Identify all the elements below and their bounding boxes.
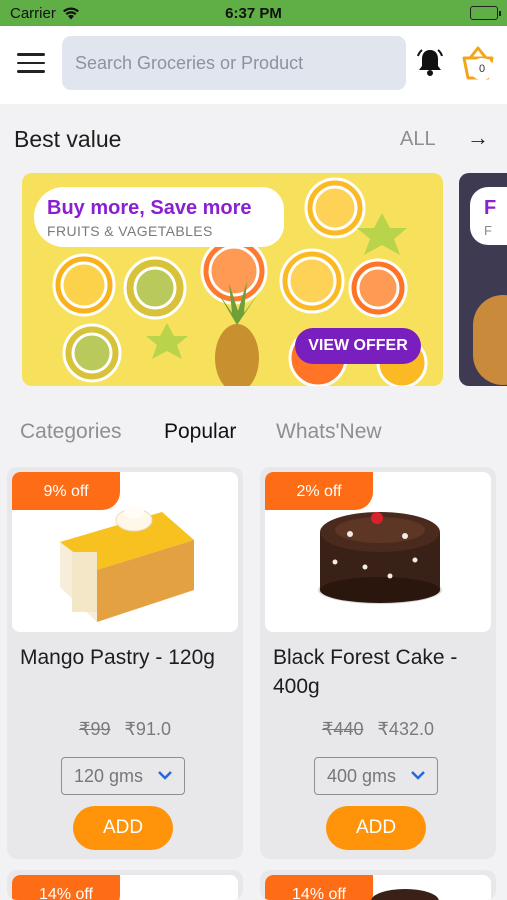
arrow-right-icon[interactable]: →	[467, 125, 489, 151]
offer-banner-fruits[interactable]: Buy more, Save more FRUITS & VAGETABLES …	[22, 173, 443, 386]
battery-icon	[470, 6, 501, 20]
view-all-link[interactable]: ALL	[400, 128, 436, 151]
offer-subtitle: F	[484, 223, 492, 238]
add-to-cart-button[interactable]: ADD	[326, 806, 426, 850]
offer-label-card: F F	[470, 187, 507, 245]
status-time: 6:37 PM	[225, 5, 282, 22]
notification-bell-icon[interactable]	[414, 46, 446, 78]
price-row: ₹440 ₹432.0	[260, 719, 496, 740]
offer-banner-bakery[interactable]: F F	[459, 173, 507, 386]
add-to-cart-button[interactable]: ADD	[73, 806, 173, 850]
product-card[interactable]: 9% off Mango Pastry - 120g ₹99 ₹91.0 120 …	[7, 467, 243, 859]
offer-title: F	[484, 197, 497, 219]
sale-price: ₹91.0	[124, 719, 171, 739]
product-name: Mango Pastry - 120g	[20, 646, 215, 669]
hamburger-menu-button[interactable]	[17, 53, 45, 73]
product-card[interactable]: 2% off Black Forest Cake - 400g ₹440 ₹432…	[260, 467, 496, 859]
cake-image-partial	[371, 889, 439, 900]
weight-value: 120 gms	[74, 766, 144, 786]
product-card[interactable]: 14% off	[7, 870, 243, 900]
discount-badge: 2% off	[265, 472, 373, 510]
chevron-down-icon	[411, 771, 425, 780]
status-bar: Carrier 6:37 PM	[0, 0, 507, 26]
menu-bar-line	[17, 53, 45, 56]
tab-categories[interactable]: Categories	[20, 420, 122, 444]
search-input[interactable]	[62, 36, 406, 90]
discount-badge: 9% off	[12, 472, 120, 510]
app-header: 0	[0, 26, 507, 104]
view-offer-button[interactable]: VIEW OFFER	[295, 328, 421, 364]
tab-whats-new[interactable]: Whats'New	[276, 420, 382, 444]
product-image-frame: 14% off	[265, 875, 491, 900]
weight-value: 400 gms	[327, 766, 397, 786]
original-price: ₹440	[322, 719, 364, 739]
menu-bar-line	[17, 70, 45, 73]
product-tabs: Categories Popular Whats'New	[0, 420, 507, 450]
bread-image	[473, 295, 507, 385]
product-image-frame: 9% off	[12, 472, 238, 632]
offer-label-card: Buy more, Save more FRUITS & VAGETABLES	[34, 187, 284, 247]
menu-bar-line	[17, 61, 45, 64]
cart-count-badge: 0	[470, 58, 494, 80]
chevron-down-icon	[158, 771, 172, 780]
tab-popular[interactable]: Popular	[164, 420, 236, 444]
original-price: ₹99	[79, 719, 111, 739]
offer-title: Buy more, Save more	[47, 197, 252, 219]
product-card[interactable]: 14% off	[260, 870, 496, 900]
best-value-title: Best value	[14, 126, 122, 152]
offer-subtitle: FRUITS & VAGETABLES	[47, 223, 213, 239]
product-image-frame: 2% off	[265, 472, 491, 632]
weight-select[interactable]: 120 gms	[61, 757, 185, 795]
weight-select[interactable]: 400 gms	[314, 757, 438, 795]
sale-price: ₹432.0	[377, 719, 434, 739]
product-name: Black Forest Cake - 400g	[273, 646, 458, 698]
price-row: ₹99 ₹91.0	[7, 719, 243, 740]
discount-badge: 14% off	[12, 875, 120, 900]
product-image-frame: 14% off	[12, 875, 238, 900]
